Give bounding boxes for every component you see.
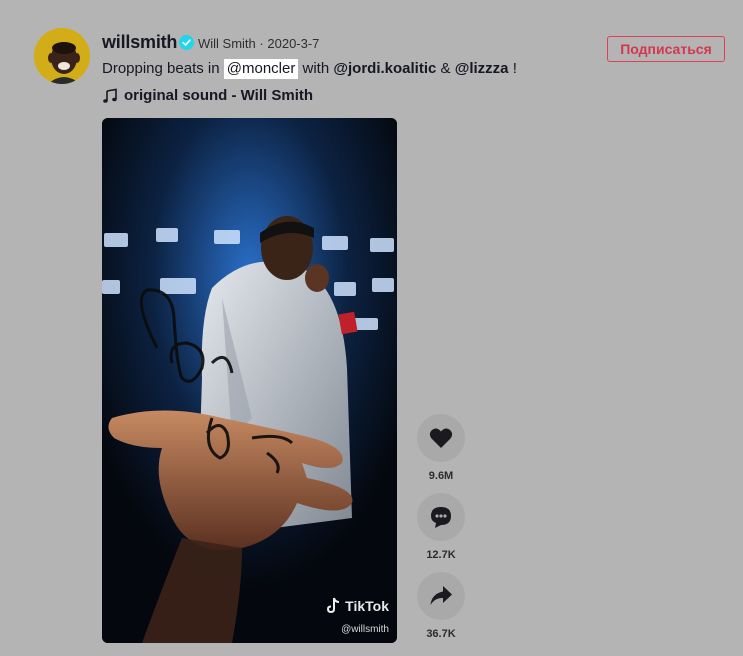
comment-icon bbox=[431, 507, 451, 528]
share-icon bbox=[430, 586, 452, 605]
caption: Dropping beats in @moncler with @jordi.k… bbox=[102, 59, 517, 79]
music-title: original sound - Will Smith bbox=[124, 87, 314, 104]
like-button[interactable] bbox=[417, 414, 465, 462]
comment-action: 12.7K bbox=[417, 493, 465, 561]
mention-jordi-koalitic[interactable]: @jordi.koalitic bbox=[333, 60, 436, 77]
caption-suffix: ! bbox=[512, 60, 517, 77]
share-button[interactable] bbox=[417, 572, 465, 620]
like-action: 9.6M bbox=[417, 414, 465, 482]
share-action: 36.7K bbox=[417, 572, 465, 640]
music-note-icon bbox=[103, 88, 117, 103]
heart-icon bbox=[429, 428, 453, 448]
mention-moncler[interactable]: @moncler bbox=[223, 59, 299, 79]
comment-button[interactable] bbox=[417, 493, 465, 541]
verified-badge-icon bbox=[179, 35, 194, 50]
nickname: Will Smith bbox=[198, 36, 256, 51]
share-count: 36.7K bbox=[426, 628, 456, 640]
like-count: 9.6M bbox=[428, 470, 454, 482]
separator: · bbox=[259, 36, 264, 51]
follow-button[interactable]: Подписаться bbox=[607, 36, 725, 62]
avatar[interactable] bbox=[34, 28, 90, 84]
tiktok-logo-icon bbox=[327, 597, 340, 614]
caption-prefix: Dropping beats in bbox=[102, 60, 220, 77]
caption-mid2: & bbox=[440, 60, 451, 77]
mention-lizzza[interactable]: @lizzza bbox=[455, 60, 509, 77]
nickname-date: Will Smith · 2020-3-7 bbox=[198, 36, 319, 51]
caption-mid1: with bbox=[302, 60, 330, 77]
username[interactable]: willsmith bbox=[102, 32, 177, 53]
music-link[interactable]: original sound - Will Smith bbox=[102, 87, 313, 104]
video-player[interactable]: TikTok @willsmith bbox=[102, 118, 397, 643]
watermark-user: @willsmith bbox=[341, 624, 389, 635]
watermark-brand: TikTok bbox=[345, 598, 389, 614]
post-date: 2020-3-7 bbox=[267, 36, 320, 51]
video-frame bbox=[102, 118, 397, 643]
tiktok-watermark: TikTok bbox=[326, 597, 389, 615]
comment-count: 12.7K bbox=[426, 549, 456, 561]
